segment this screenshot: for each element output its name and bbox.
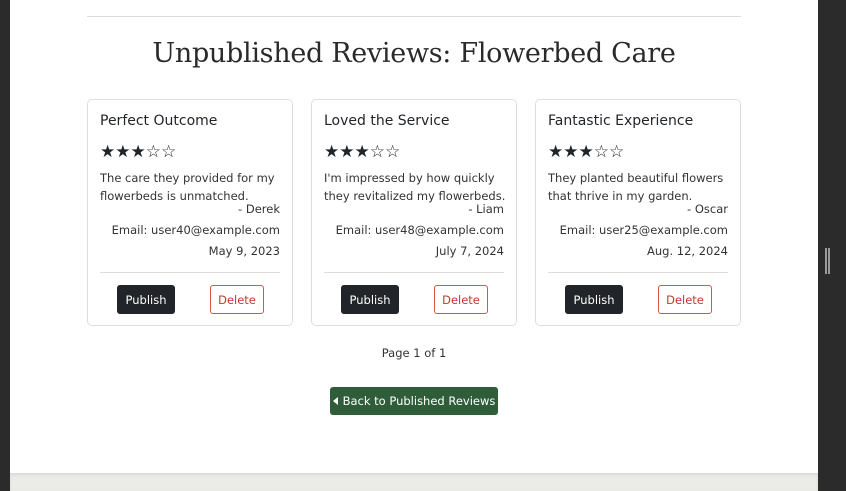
star-rating: ★★★☆☆ <box>324 142 401 162</box>
back-to-published-button[interactable]: Back to Published Reviews <box>330 387 498 415</box>
footer-band <box>10 473 818 491</box>
card-divider <box>548 272 728 273</box>
review-author: - Oscar <box>687 202 728 216</box>
review-title: Perfect Outcome <box>100 113 218 129</box>
review-author: - Derek <box>238 202 280 216</box>
review-title: Fantastic Experience <box>548 113 694 129</box>
review-text: They planted beautiful flowers that thri… <box>548 171 724 203</box>
delete-button[interactable]: Delete <box>658 285 712 314</box>
back-button-label: Back to Published Reviews <box>342 394 496 408</box>
star-rating: ★★★☆☆ <box>100 142 177 162</box>
publish-button[interactable]: Publish <box>341 285 399 314</box>
review-date: May 9, 2023 <box>208 244 280 258</box>
review-text: I'm impressed by how quickly they revita… <box>324 171 506 203</box>
review-date: Aug. 12, 2024 <box>647 244 728 258</box>
delete-button[interactable]: Delete <box>434 285 488 314</box>
review-text: The care they provided for my flowerbeds… <box>100 171 275 203</box>
card-divider <box>100 272 280 273</box>
review-email: Email: user48@example.com <box>335 223 504 237</box>
review-card: Loved the Service ★★★☆☆ I'm impressed by… <box>311 99 517 326</box>
page-content: Unpublished Reviews: Flowerbed Care Perf… <box>10 0 818 473</box>
splitter-grip-handle[interactable] <box>825 248 830 274</box>
delete-button[interactable]: Delete <box>210 285 264 314</box>
publish-button[interactable]: Publish <box>565 285 623 314</box>
right-window-gutter <box>818 0 846 491</box>
review-email: Email: user40@example.com <box>111 223 280 237</box>
review-date: July 7, 2024 <box>435 244 504 258</box>
page-title: Unpublished Reviews: Flowerbed Care <box>152 38 676 69</box>
publish-button[interactable]: Publish <box>117 285 175 314</box>
caret-left-icon <box>332 397 338 405</box>
review-title: Loved the Service <box>324 113 450 129</box>
card-divider <box>324 272 504 273</box>
review-author: - Liam <box>468 202 504 216</box>
star-rating: ★★★☆☆ <box>548 142 625 162</box>
top-divider <box>87 16 741 17</box>
left-window-gutter <box>0 0 10 491</box>
pagination-status: Page 1 of 1 <box>381 346 447 360</box>
review-card: Perfect Outcome ★★★☆☆ The care they prov… <box>87 99 293 326</box>
review-card: Fantastic Experience ★★★☆☆ They planted … <box>535 99 741 326</box>
review-email: Email: user25@example.com <box>559 223 728 237</box>
